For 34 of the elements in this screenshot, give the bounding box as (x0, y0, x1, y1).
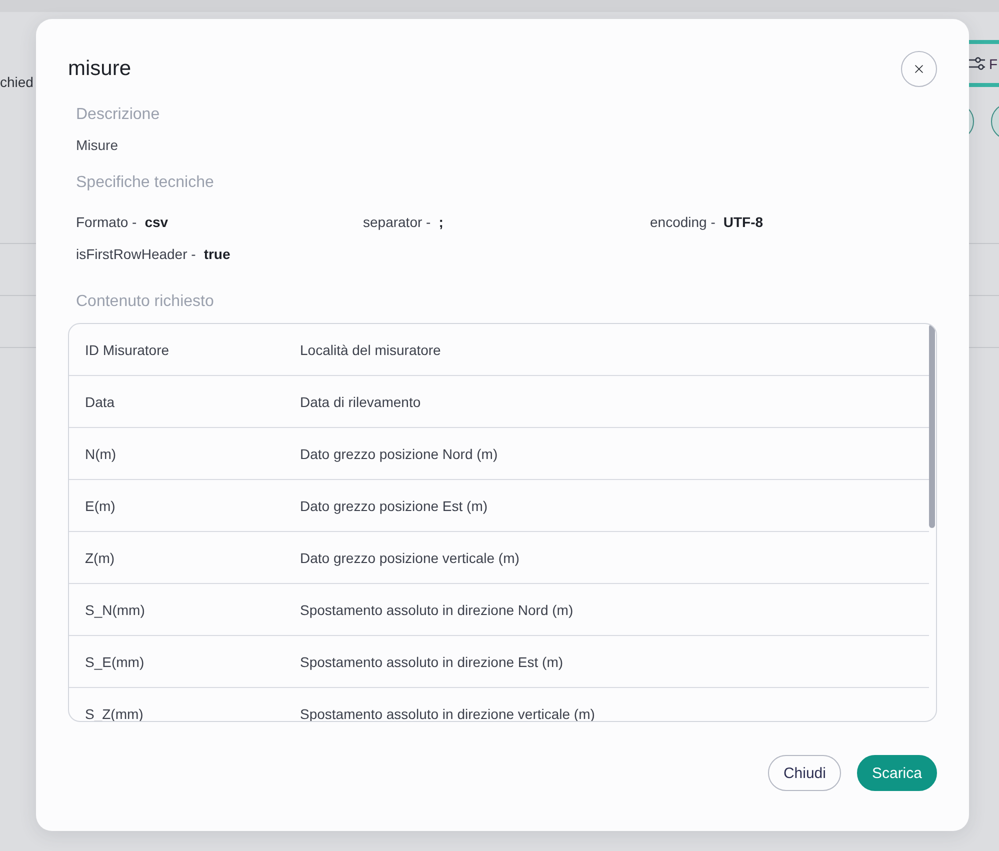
table-cell-text: Data di rilevamento (300, 394, 422, 410)
spec-value: ; (438, 214, 444, 230)
spec-label: Formato - (76, 214, 137, 230)
table-cell-text: Z(m) (85, 550, 116, 566)
scrollbar[interactable] (929, 324, 935, 528)
close-icon (912, 62, 926, 76)
description-text: Misure (76, 136, 120, 155)
spec-value: UTF-8 (723, 214, 764, 230)
table-cell-text: Dato grezzo posizione Nord (m) (300, 446, 499, 462)
spec-label: isFirstRowHeader - (76, 246, 196, 262)
section-heading: Contenuto richiesto (76, 292, 215, 312)
spec-value: csv (144, 214, 168, 230)
table-cell-text: E(m) (85, 498, 116, 514)
table-cell-text: Dato grezzo posizione verticale (m) (300, 550, 520, 566)
table-cell-text: Spostamento assoluto in direzione Nord (m) (300, 602, 574, 618)
table-cell-text: ID Misuratore (85, 342, 170, 358)
download-button[interactable]: Scarica (856, 755, 937, 791)
table-cell-text: Dato grezzo posizione Est (m) (300, 498, 489, 514)
table-cell-text: N(m) (85, 446, 118, 462)
spec-label: encoding - (650, 214, 716, 230)
table-cell-text: Spostamento assoluto in direzione Est (m) (300, 654, 564, 670)
section-heading: Specifiche tecniche (76, 173, 215, 193)
close-button[interactable] (901, 51, 937, 87)
table-cell-text: Località del misuratore (300, 342, 442, 358)
dialog-title: misure (68, 56, 132, 82)
table-cell-text: S_N(mm) (85, 602, 146, 618)
close-dialog-button[interactable]: Chiudi (768, 755, 841, 791)
section-heading: Descrizione (76, 105, 161, 125)
spec-label: separator - (363, 214, 431, 230)
table-cell-text: S_E(mm) (85, 654, 146, 670)
sliders-icon (969, 57, 985, 70)
spec-value: true (204, 246, 230, 262)
page-text: chied (0, 73, 34, 91)
table-cell-text: Data (85, 394, 116, 410)
